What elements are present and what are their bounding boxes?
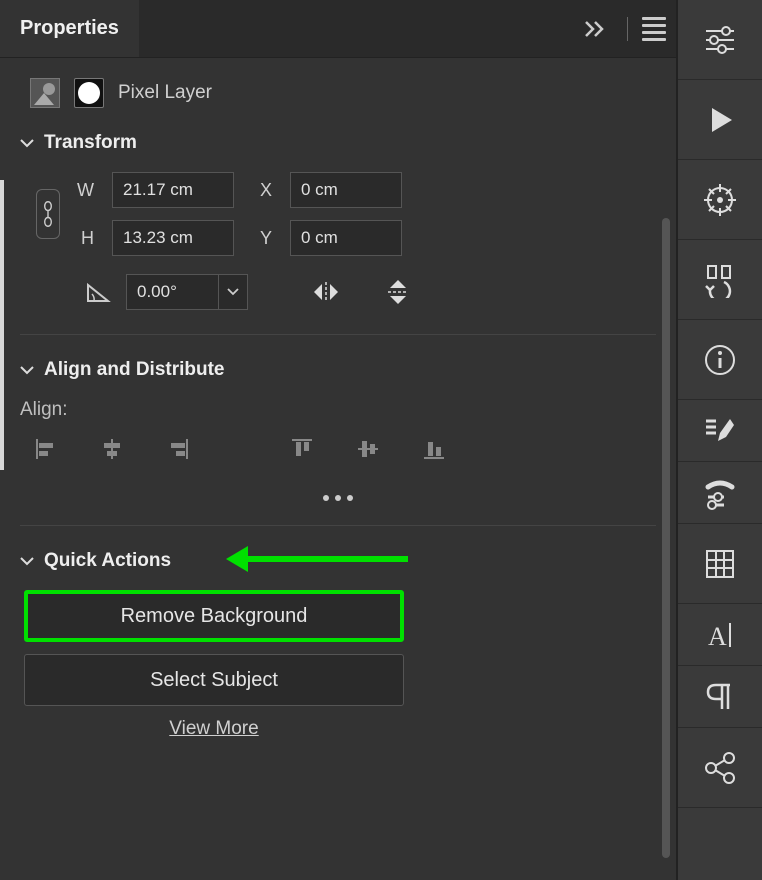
transform-title: Transform	[44, 132, 137, 154]
more-align-icon[interactable]	[20, 495, 656, 501]
y-input[interactable]	[290, 220, 402, 256]
layer-type-row: Pixel Layer	[20, 78, 656, 108]
info-icon[interactable]	[678, 320, 762, 400]
align-label: Align:	[20, 399, 656, 421]
width-input[interactable]	[112, 172, 234, 208]
divider	[627, 17, 628, 41]
height-input[interactable]	[112, 220, 234, 256]
flip-vertical-icon[interactable]	[384, 278, 412, 306]
flip-horizontal-icon[interactable]	[312, 278, 340, 306]
rotation-dropdown[interactable]	[218, 274, 248, 310]
svg-text:A: A	[708, 622, 727, 651]
properties-tab[interactable]: Properties	[0, 0, 139, 57]
chevron-down-icon	[20, 136, 34, 150]
link-dimensions-icon[interactable]	[36, 189, 60, 239]
align-bottom-icon[interactable]	[422, 437, 450, 465]
character-icon[interactable]: A	[678, 604, 762, 666]
history-icon[interactable]	[678, 240, 762, 320]
quick-actions-section: Quick Actions Remove Background Select S…	[20, 550, 656, 740]
scrollbar[interactable]	[662, 218, 670, 858]
chevron-down-icon	[20, 554, 34, 568]
height-label: H	[74, 228, 94, 249]
wheel-icon[interactable]	[678, 160, 762, 240]
x-input[interactable]	[290, 172, 402, 208]
adjustments-icon[interactable]	[678, 0, 762, 80]
y-label: Y	[252, 228, 272, 249]
align-header[interactable]: Align and Distribute	[20, 359, 656, 381]
grid-icon[interactable]	[678, 524, 762, 604]
angle-icon	[86, 279, 112, 305]
align-left-icon[interactable]	[34, 437, 62, 465]
layer-thumbnail-icon	[30, 78, 60, 108]
width-label: W	[74, 180, 94, 201]
share-icon[interactable]	[678, 728, 762, 808]
transform-header[interactable]: Transform	[20, 132, 656, 154]
align-right-icon[interactable]	[166, 437, 194, 465]
layer-mask-icon	[74, 78, 104, 108]
transform-section: Transform W X H Y	[20, 132, 656, 335]
play-icon[interactable]	[678, 80, 762, 160]
brush-settings-icon[interactable]	[678, 462, 762, 524]
align-top-icon[interactable]	[290, 437, 318, 465]
select-subject-button[interactable]: Select Subject	[24, 654, 404, 706]
properties-tab-header: Properties	[0, 0, 676, 58]
rotation-input[interactable]	[126, 274, 218, 310]
quick-actions-title: Quick Actions	[44, 550, 171, 572]
align-vcenter-icon[interactable]	[356, 437, 384, 465]
expand-chevrons-icon[interactable]	[583, 19, 613, 39]
align-hcenter-icon[interactable]	[100, 437, 128, 465]
panel-menu-icon[interactable]	[642, 17, 666, 41]
align-title: Align and Distribute	[44, 359, 225, 381]
remove-background-button[interactable]: Remove Background	[24, 590, 404, 642]
brush-presets-icon[interactable]	[678, 400, 762, 462]
paragraph-icon[interactable]	[678, 666, 762, 728]
chevron-down-icon	[20, 363, 34, 377]
layer-type-label: Pixel Layer	[118, 82, 212, 104]
right-toolbar: A	[676, 0, 762, 880]
view-more-link[interactable]: View More	[24, 718, 404, 740]
arrow-annotation	[226, 546, 408, 572]
align-section: Align and Distribute Align:	[20, 359, 656, 526]
x-label: X	[252, 180, 272, 201]
